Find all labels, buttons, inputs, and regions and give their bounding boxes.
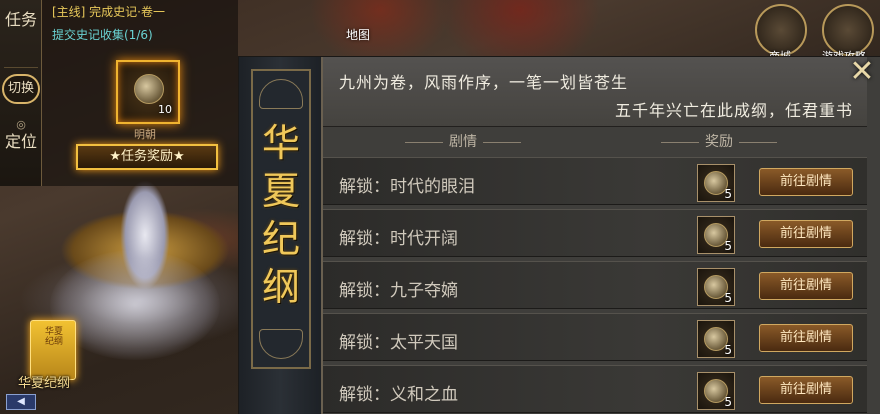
huaxia-label: 华夏纪纲 bbox=[18, 376, 71, 391]
story-label: 解锁：太平天国 bbox=[339, 333, 458, 353]
reward-item[interactable]: 5 bbox=[697, 216, 735, 254]
dialog-content: 九州为卷，风雨作序，一笔一划皆苍生 五千年兴亡在此成纲，任君重书 ✕ 剧情 奖励… bbox=[323, 57, 880, 414]
reward-item[interactable]: 5 bbox=[697, 372, 735, 410]
ornament-top bbox=[259, 79, 303, 109]
reward-caption: 明朝 bbox=[134, 128, 156, 141]
poem-box: 九州为卷，风雨作序，一笔一划皆苍生 五千年兴亡在此成纲，任君重书 bbox=[323, 57, 867, 127]
list-item: 解锁：九子夺嫡 5 前往剧情 bbox=[323, 261, 867, 309]
huaxia-chronicle-dialog: 华夏纪纲 九州为卷，风雨作序，一笔一划皆苍生 五千年兴亡在此成纲，任君重书 ✕ … bbox=[238, 56, 880, 414]
reward-count: 10 bbox=[158, 103, 172, 116]
reward-item[interactable]: 5 bbox=[697, 164, 735, 202]
story-label: 解锁：时代的眼泪 bbox=[339, 177, 475, 197]
quest-reward-button[interactable]: ★任务奖励★ bbox=[76, 144, 218, 170]
guide-button[interactable]: 游戏攻略 bbox=[822, 4, 874, 63]
poem-line-2: 五千年兴亡在此成纲，任君重书 bbox=[614, 101, 853, 120]
reward-item[interactable]: 5 bbox=[697, 268, 735, 306]
list-item: 解锁：义和之血 5 前往剧情 bbox=[323, 365, 867, 413]
header-rule bbox=[739, 141, 777, 143]
huaxia-book-icon[interactable]: 华夏纪纲 bbox=[30, 320, 76, 380]
reward-count: 5 bbox=[724, 395, 732, 409]
shop-button[interactable]: 商城 bbox=[755, 4, 807, 63]
ornament-bottom bbox=[259, 329, 303, 359]
go-to-story-button[interactable]: 前往剧情 bbox=[759, 220, 853, 248]
dialog-side-banner: 华夏纪纲 bbox=[239, 57, 323, 414]
poem-line-1: 九州为卷，风雨作序，一笔一划皆苍生 bbox=[339, 73, 629, 92]
locate-button[interactable]: ◎ 定位 bbox=[4, 118, 38, 182]
dialog-title: 华夏纪纲 bbox=[261, 121, 300, 309]
locate-label: 定位 bbox=[4, 132, 37, 151]
go-to-story-button[interactable]: 前往剧情 bbox=[759, 272, 853, 300]
close-icon[interactable]: ✕ bbox=[843, 57, 880, 89]
column-header-reward: 奖励 bbox=[655, 131, 783, 151]
huaxia-icon-text: 华夏纪纲 bbox=[44, 327, 63, 347]
quest-objective[interactable]: 提交史记收集(1/6) bbox=[52, 26, 153, 43]
story-label: 解锁：时代开阔 bbox=[339, 229, 458, 249]
map-label[interactable]: 地图 bbox=[346, 26, 370, 43]
collapse-arrow-button[interactable]: ◀ bbox=[6, 394, 36, 410]
column-header-story: 剧情 bbox=[399, 131, 527, 151]
story-header-label: 剧情 bbox=[449, 134, 477, 150]
go-to-story-button[interactable]: 前往剧情 bbox=[759, 168, 853, 196]
quest-panel: [主线] 完成史记·卷一 提交史记收集(1/6) 10 明朝 ★任务奖励★ bbox=[42, 0, 238, 186]
header-rule bbox=[483, 141, 521, 143]
reward-count: 5 bbox=[724, 343, 732, 357]
list-item: 解锁：太平天国 5 前往剧情 bbox=[323, 313, 867, 361]
switch-button[interactable]: 切换 bbox=[2, 74, 40, 104]
side-plate: 华夏纪纲 bbox=[251, 69, 311, 369]
list-item: 解锁：时代开阔 5 前往剧情 bbox=[323, 209, 867, 257]
tab-task[interactable]: 任务 bbox=[4, 4, 38, 68]
story-label: 解锁：九子夺嫡 bbox=[339, 281, 458, 301]
reward-header-label: 奖励 bbox=[705, 134, 733, 150]
reward-count: 5 bbox=[724, 239, 732, 253]
story-label: 解锁：义和之血 bbox=[339, 385, 458, 405]
quest-reward-item[interactable]: 10 bbox=[116, 60, 180, 124]
reward-item[interactable]: 5 bbox=[697, 320, 735, 358]
main-quest-title[interactable]: [主线] 完成史记·卷一 bbox=[52, 3, 165, 20]
header-rule bbox=[405, 141, 443, 143]
target-icon: ◎ bbox=[16, 118, 26, 131]
list-item: 解锁：时代的眼泪 5 前往剧情 bbox=[323, 157, 867, 205]
header-rule bbox=[661, 141, 699, 143]
go-to-story-button[interactable]: 前往剧情 bbox=[759, 376, 853, 404]
history-token-icon bbox=[134, 74, 164, 104]
reward-count: 5 bbox=[724, 187, 732, 201]
quest-tab-strip: 任务 切换 ◎ 定位 bbox=[0, 0, 42, 186]
reward-count: 5 bbox=[724, 291, 732, 305]
go-to-story-button[interactable]: 前往剧情 bbox=[759, 324, 853, 352]
